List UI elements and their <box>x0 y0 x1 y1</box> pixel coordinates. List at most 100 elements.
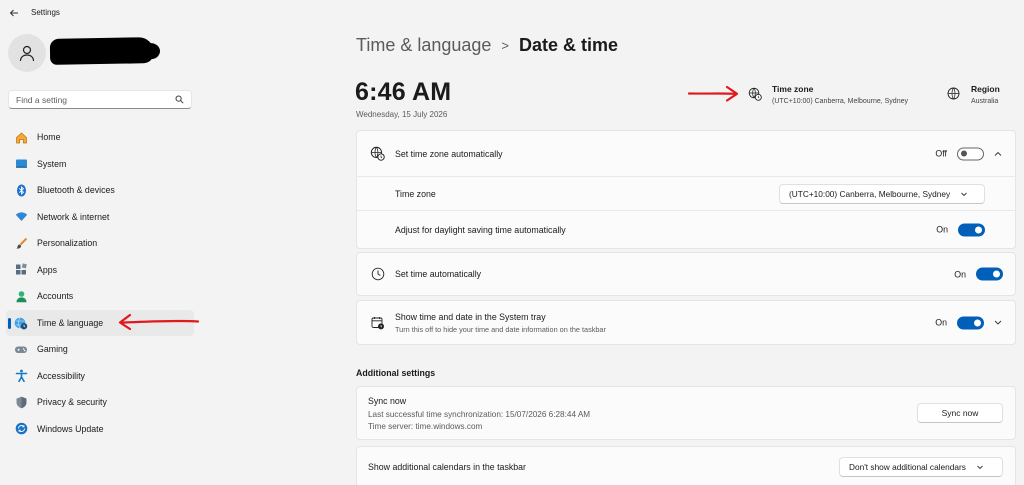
auto-time-card: Set time automatically On <box>356 252 1016 296</box>
sidebar-item-label: Windows Update <box>37 423 104 434</box>
auto-timezone-toggle[interactable] <box>957 147 984 160</box>
timezone-card: Set time zone automatically Off Time zon… <box>356 130 1016 249</box>
wifi-icon <box>14 210 28 224</box>
sidebar-item-label: Bluetooth & devices <box>37 185 115 196</box>
annotation-arrow-left <box>118 313 200 331</box>
update-icon <box>14 422 28 436</box>
sidebar-item-label: Gaming <box>37 344 68 355</box>
auto-time-toggle[interactable] <box>976 267 1003 281</box>
calendars-dropdown[interactable]: Don't show additional calendars <box>839 457 1003 477</box>
sidebar-item-label: Apps <box>37 264 58 275</box>
calendar-clock-icon <box>370 315 385 330</box>
sidebar-item-label: Accessibility <box>37 370 85 381</box>
calendars-card: Show additional calendars in the taskbar… <box>356 446 1016 485</box>
sidebar-item-windows-update[interactable]: Windows Update <box>6 416 194 443</box>
system-tray-state: On <box>935 317 947 328</box>
avatar[interactable] <box>8 34 46 72</box>
calendars-row: Show additional calendars in the taskbar… <box>357 447 1015 485</box>
sync-row: Sync now Last successful time synchroniz… <box>357 387 1015 439</box>
timezone-summary-title: Time zone <box>772 84 814 94</box>
region-summary-value: Australia <box>971 98 999 105</box>
shield-icon <box>14 395 28 409</box>
annotation-arrow-right <box>687 85 739 102</box>
auto-time-row: Set time automatically On <box>357 253 1015 295</box>
sidebar-item-network[interactable]: Network & internet <box>6 204 194 231</box>
auto-timezone-state: Off <box>935 148 947 159</box>
system-tray-row: Show time and date in the System tray Tu… <box>357 301 1015 344</box>
sidebar-item-label: Privacy & security <box>37 397 107 408</box>
timezone-dropdown[interactable]: (UTC+10:00) Canberra, Melbourne, Sydney <box>779 183 985 204</box>
chevron-down-icon <box>976 463 984 471</box>
sidebar-item-system[interactable]: System <box>6 151 194 178</box>
clock-icon <box>370 267 385 282</box>
search-box[interactable] <box>8 90 192 109</box>
globe-clock-icon <box>14 316 28 330</box>
page-title: Date & time <box>519 35 619 55</box>
system-tray-control: On <box>935 316 1003 329</box>
chevron-up-icon[interactable] <box>993 149 1003 159</box>
sidebar-item-label: Network & internet <box>37 211 110 222</box>
sidebar-item-privacy[interactable]: Privacy & security <box>6 389 194 416</box>
breadcrumb-parent[interactable]: Time & language <box>356 35 491 56</box>
system-icon <box>14 157 28 171</box>
timezone-summary: Time zone (UTC+10:00) Canberra, Melbourn… <box>748 84 908 105</box>
auto-timezone-row: Set time zone automatically Off <box>357 131 1015 176</box>
brush-icon <box>14 236 28 250</box>
sidebar-nav: Home System Bluetooth & devices Network … <box>6 124 194 442</box>
breadcrumb: Time & language > Date & time <box>356 35 618 56</box>
sidebar-item-label: Time & language <box>37 317 104 328</box>
auto-timezone-control: Off <box>935 147 1003 160</box>
sidebar-item-accessibility[interactable]: Accessibility <box>6 363 194 390</box>
sync-card: Sync now Last successful time synchroniz… <box>356 386 1016 440</box>
sidebar-item-gaming[interactable]: Gaming <box>6 336 194 363</box>
daylight-label: Adjust for daylight saving time automati… <box>395 224 566 235</box>
breadcrumb-separator: > <box>501 38 510 53</box>
last-sync-text: Last successful time synchronization: 15… <box>368 409 591 419</box>
daylight-control: On <box>936 223 985 236</box>
back-button[interactable] <box>6 5 22 21</box>
timezone-row: Time zone (UTC+10:00) Canberra, Melbourn… <box>357 176 1015 210</box>
region-summary: Region Australia <box>947 84 1000 105</box>
account-icon <box>14 289 28 303</box>
calendars-label: Show additional calendars in the taskbar <box>368 462 526 472</box>
sidebar-item-apps[interactable]: Apps <box>6 257 194 284</box>
profile-name-redaction <box>49 37 155 65</box>
sync-now-button[interactable]: Sync now <box>917 403 1003 423</box>
daylight-toggle[interactable] <box>958 223 985 236</box>
globe-clock-icon <box>370 146 385 161</box>
current-time: 6:46 AM <box>355 78 452 106</box>
sidebar-item-label: Personalization <box>37 238 98 249</box>
sidebar-item-accounts[interactable]: Accounts <box>6 283 194 310</box>
timezone-label: Time zone <box>395 188 436 199</box>
sidebar-item-bluetooth[interactable]: Bluetooth & devices <box>6 177 194 204</box>
auto-time-label: Set time automatically <box>395 269 482 279</box>
accessibility-icon <box>14 369 28 383</box>
timezone-summary-value: (UTC+10:00) Canberra, Melbourne, Sydney <box>772 98 908 105</box>
timezone-dropdown-value: (UTC+10:00) Canberra, Melbourne, Sydney <box>789 188 951 199</box>
timezone-control: (UTC+10:00) Canberra, Melbourne, Sydney <box>779 183 985 204</box>
search-input[interactable] <box>16 94 174 105</box>
calendars-control: Don't show additional calendars <box>839 457 1003 477</box>
app-title: Settings <box>31 8 60 17</box>
daylight-state: On <box>936 224 948 235</box>
system-tray-toggle[interactable] <box>957 316 984 329</box>
system-tray-description: Turn this off to hide your time and date… <box>395 324 606 334</box>
globe-clock-icon <box>748 87 762 101</box>
sidebar-item-personalization[interactable]: Personalization <box>6 230 194 257</box>
sync-control: Sync now <box>917 403 1003 423</box>
globe-icon <box>947 87 961 101</box>
system-tray-card: Show time and date in the System tray Tu… <box>356 300 1016 345</box>
sidebar-item-label: Home <box>37 132 61 143</box>
title-bar: Settings <box>0 0 1024 26</box>
person-icon <box>19 45 35 62</box>
chevron-down-icon <box>960 190 968 198</box>
apps-icon <box>14 263 28 277</box>
sidebar-item-home[interactable]: Home <box>6 124 194 151</box>
chevron-down-icon[interactable] <box>993 318 1003 328</box>
home-icon <box>14 130 28 144</box>
search-icon[interactable] <box>174 95 184 105</box>
daylight-row: Adjust for daylight saving time automati… <box>357 210 1015 248</box>
gamepad-icon <box>14 342 28 356</box>
back-arrow-icon <box>9 9 18 17</box>
sync-label: Sync now <box>368 395 407 406</box>
